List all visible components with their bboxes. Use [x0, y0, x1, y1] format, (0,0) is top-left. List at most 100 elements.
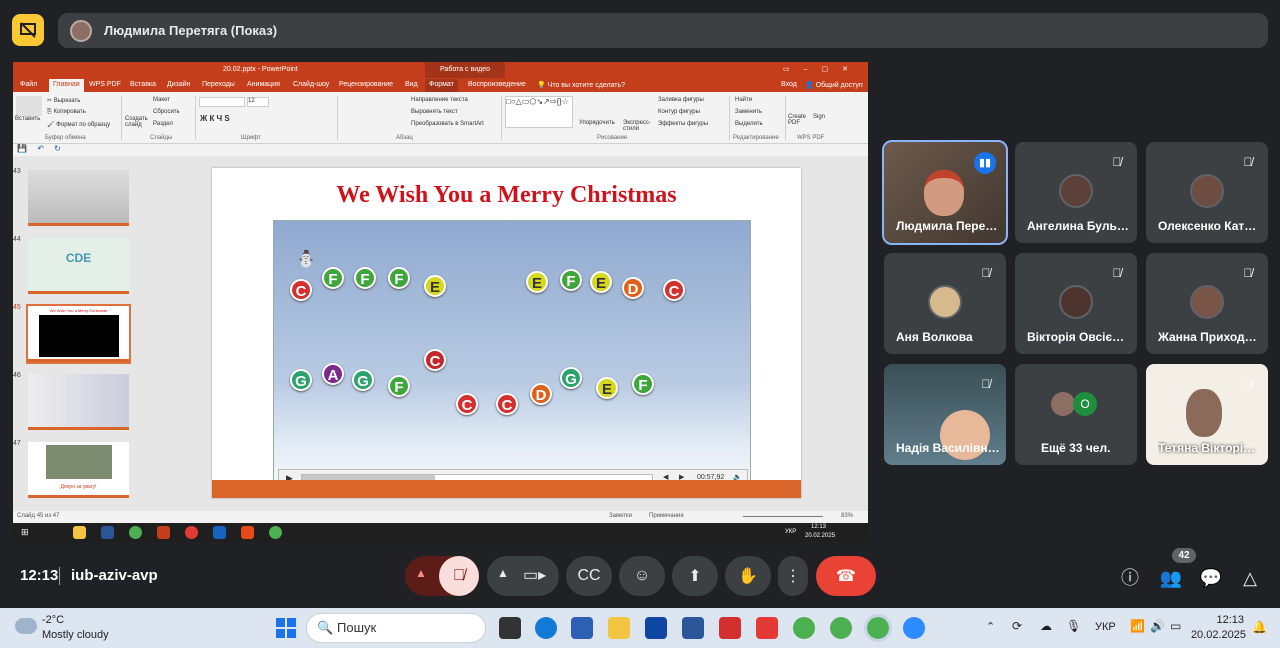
tab-home[interactable]: Главная	[49, 79, 84, 92]
section-button[interactable]: Раздел	[153, 121, 173, 127]
zoom-icon[interactable]	[903, 617, 925, 639]
align-text-button[interactable]: Выровнять текст	[411, 109, 458, 115]
more-participants-tile[interactable]: О Ещё 33 чел.	[1015, 364, 1137, 465]
bold-button[interactable]: Ж К Ч S	[200, 114, 230, 123]
sign-in-link[interactable]: Вход	[781, 81, 797, 88]
slide-thumbnail-46[interactable]	[28, 374, 129, 430]
wifi-icon[interactable]: 📶	[1130, 619, 1145, 633]
participant-tile[interactable]: ▮▮ Людмила Пере…	[882, 140, 1008, 245]
tab-playback[interactable]: Воспроизведение	[468, 81, 526, 88]
app-icon[interactable]	[719, 617, 741, 639]
weather-temperature[interactable]: -2°C	[42, 614, 64, 626]
raise-hand-button[interactable]: ✋	[725, 556, 771, 596]
inner-start-icon[interactable]: ⊞	[21, 527, 29, 538]
tab-animation[interactable]: Анимация	[247, 81, 280, 88]
shapes-gallery[interactable]: □○△▭⬠↘↗⇨{}☆	[505, 96, 573, 128]
participant-tile[interactable]: 🎙̸ Тетяна Вікторі…	[1146, 364, 1268, 465]
tab-slideshow[interactable]: Слайд-шоу	[293, 81, 329, 88]
wps-icon[interactable]	[241, 526, 254, 539]
tab-transitions[interactable]: Переходы	[202, 81, 235, 88]
paste-button[interactable]: Вставить	[15, 116, 40, 122]
sync-icon[interactable]: ⟳	[1012, 619, 1022, 633]
defender-icon[interactable]	[645, 617, 667, 639]
participant-tile[interactable]: 🎙̸ Вікторія Овсіє…	[1015, 253, 1137, 354]
shape-effects-button[interactable]: Эффекты фигуры	[658, 121, 708, 127]
tab-format[interactable]: Формат	[425, 79, 458, 92]
slide-thumbnail-43[interactable]	[28, 170, 129, 226]
slide-thumbnail-44[interactable]: CDE	[28, 238, 129, 294]
comments-button[interactable]: Примечания	[649, 513, 684, 519]
tab-insert[interactable]: Вставка	[130, 81, 156, 88]
tell-me-box[interactable]: 💡 Что вы хотите сделать?	[537, 81, 625, 89]
mic-options-chevron-icon[interactable]: ▲	[415, 566, 427, 580]
participant-tile[interactable]: 🎙̸ Олексенко Кат…	[1146, 142, 1268, 243]
meeting-info-icon[interactable]: ⓘ	[1116, 564, 1144, 592]
font-name-input[interactable]	[199, 97, 245, 107]
leave-call-button[interactable]: ☎	[816, 556, 876, 596]
participant-tile[interactable]: 🎙̸ Аня Волкова	[884, 253, 1006, 354]
smartart-button[interactable]: Преобразовать в SmartArt	[411, 121, 484, 127]
format-painter-button[interactable]: 🖌 Формат по образцу	[47, 121, 110, 128]
create-pdf-button[interactable]: Create PDF	[788, 114, 808, 126]
tray-time[interactable]: 12:13	[1196, 614, 1244, 626]
taskbar-search[interactable]: 🔍 Пошук	[306, 613, 486, 643]
quick-styles-button[interactable]: Экспресс-стили	[623, 120, 653, 132]
battery-icon[interactable]: ▭	[1170, 619, 1181, 633]
replace-button[interactable]: Заменить	[735, 109, 762, 115]
edge-icon[interactable]	[535, 617, 557, 639]
language-indicator[interactable]: УКР	[1095, 621, 1116, 633]
tab-file[interactable]: Файл	[20, 81, 37, 88]
mcafee-icon[interactable]	[756, 617, 778, 639]
captions-button[interactable]: CC	[566, 556, 612, 596]
sign-button[interactable]: Sign	[813, 114, 825, 120]
weather-description[interactable]: Mostly cloudy	[42, 629, 109, 641]
file-explorer-icon[interactable]	[608, 617, 630, 639]
chrome-icon[interactable]	[793, 617, 815, 639]
chrome-icon[interactable]	[129, 526, 142, 539]
tray-chevron-icon[interactable]: ⌃	[986, 620, 995, 633]
shape-outline-button[interactable]: Контур фигуры	[658, 109, 700, 115]
layout-button[interactable]: Макет	[153, 97, 170, 103]
chrome-icon[interactable]	[864, 614, 892, 642]
copy-button[interactable]: ⎘ Копировать	[47, 109, 86, 116]
camera-button[interactable]: ▭▸	[523, 565, 546, 585]
find-button[interactable]: Найти	[735, 97, 752, 103]
reset-button[interactable]: Сбросить	[153, 109, 180, 115]
notes-button[interactable]: Заметки	[609, 513, 632, 519]
powerpoint-icon[interactable]	[157, 526, 170, 539]
tab-review[interactable]: Рецензирование	[339, 81, 393, 88]
slide-thumbnail-47[interactable]: Дякую за увагу!	[28, 442, 129, 498]
text-direction-button[interactable]: Направление текста	[411, 97, 468, 103]
share-button[interactable]: 👤 Общий доступ	[805, 81, 863, 89]
app-icon[interactable]	[213, 526, 226, 539]
activities-icon[interactable]: △	[1236, 564, 1264, 592]
task-view-icon[interactable]	[499, 617, 521, 639]
present-screen-button[interactable]: ⬆	[672, 556, 718, 596]
embedded-video[interactable]: ⛄ CFFFEEFEDCGAGFCCCDGEF ▶ ◀ ▶ 00:57,92 🔈	[273, 220, 751, 490]
font-size-input[interactable]: 12	[247, 97, 269, 107]
paste-icon[interactable]	[16, 96, 42, 116]
chat-icon[interactable]: 💬	[1197, 564, 1225, 592]
tray-date[interactable]: 20.02.2025	[1190, 629, 1246, 641]
mic-tray-icon[interactable]: 🎙	[1066, 619, 1081, 633]
tab-wps-pdf[interactable]: WPS PDF	[89, 81, 121, 88]
arrange-button[interactable]: Упорядочить	[579, 120, 615, 126]
word-icon[interactable]	[682, 617, 704, 639]
zoom-slider[interactable]	[743, 516, 823, 517]
tab-design[interactable]: Дизайн	[167, 81, 191, 88]
mic-off-button[interactable]: 🎙̸	[439, 556, 479, 596]
chrome-icon[interactable]	[830, 617, 852, 639]
participant-tile[interactable]: 🎙̸ Ангелина Буль…	[1015, 142, 1137, 243]
word-icon[interactable]	[101, 526, 114, 539]
camera-options-chevron-icon[interactable]: ▲	[497, 566, 509, 580]
shape-fill-button[interactable]: Заливка фигуры	[658, 97, 704, 103]
people-icon[interactable]: 👥	[1157, 564, 1185, 592]
more-options-button[interactable]: ⋮	[778, 556, 808, 596]
participant-tile[interactable]: 🎙̸ Надія Василівн…	[884, 364, 1006, 465]
presentation-icon-button[interactable]	[12, 14, 44, 46]
file-explorer-icon[interactable]	[73, 526, 86, 539]
select-button[interactable]: Выделить	[735, 121, 763, 127]
windows-start-icon[interactable]	[276, 618, 296, 638]
participant-tile[interactable]: 🎙̸ Жанна Приход…	[1146, 253, 1268, 354]
undo-icon[interactable]: ↶	[37, 144, 44, 153]
